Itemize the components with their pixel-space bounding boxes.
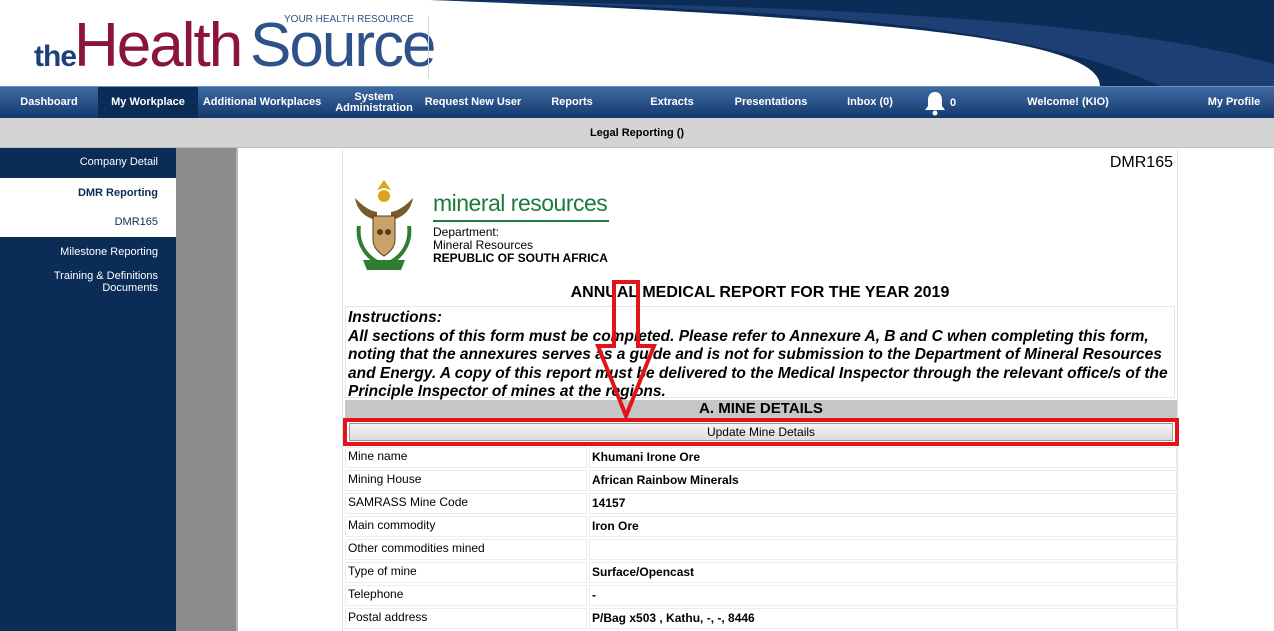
- table-row: Mining House African Rainbow Minerals: [343, 469, 1179, 492]
- sidebar-item-dmr-reporting[interactable]: DMR Reporting: [0, 178, 176, 208]
- detail-label: Main commodity: [345, 516, 587, 537]
- detail-value: Surface/Opencast: [589, 562, 1177, 583]
- notification-count: 0: [950, 96, 957, 109]
- sidebar-item-company-detail[interactable]: Company Detail: [0, 156, 176, 170]
- detail-value: Khumani Irone Ore: [589, 447, 1177, 468]
- sidebar-item-training-definitions[interactable]: Training & Definitions Documents: [0, 270, 176, 296]
- nav-inbox[interactable]: Inbox (0): [818, 87, 922, 118]
- dmr165-form: DMR165 mineral resources Department: Min…: [342, 150, 1179, 631]
- logo-health: Health: [74, 11, 243, 80]
- nav-additional-workplaces[interactable]: Additional Workplaces: [198, 87, 326, 118]
- app-header: the Health Source YOUR HEALTH RESOURCE: [0, 0, 1274, 86]
- nav-dashboard[interactable]: Dashboard: [0, 87, 98, 118]
- detail-value: [589, 539, 1177, 560]
- detail-value: -: [589, 585, 1177, 606]
- table-row: Other commodities mined: [343, 538, 1179, 561]
- bell-icon[interactable]: [921, 89, 949, 117]
- legal-reporting-bar: Legal Reporting (): [0, 118, 1274, 148]
- nav-welcome-user[interactable]: Welcome! (KIO): [1000, 87, 1136, 118]
- table-row: Main commodity Iron Ore: [343, 515, 1179, 538]
- nav-extracts[interactable]: Extracts: [620, 87, 724, 118]
- nav-my-profile[interactable]: My Profile: [1194, 87, 1274, 118]
- instructions-box: Instructions: All sections of this form …: [345, 306, 1175, 401]
- report-title: ANNUAL MEDICAL REPORT FOR THE YEAR 2019: [570, 284, 950, 301]
- nav-my-workplace[interactable]: My Workplace: [98, 87, 198, 118]
- dept-rule: [433, 220, 609, 222]
- detail-label: Mining House: [345, 470, 587, 491]
- detail-value: African Rainbow Minerals: [589, 470, 1177, 491]
- detail-label: Other commodities mined: [345, 539, 587, 560]
- table-row: SAMRASS Mine Code 14157: [343, 492, 1179, 515]
- sidebar-item-dmr165[interactable]: DMR165: [0, 208, 176, 237]
- logo-the: the: [34, 40, 77, 73]
- main-navigation: Dashboard My Workplace Additional Workpl…: [0, 86, 1274, 118]
- coat-of-arms-icon: [355, 180, 413, 270]
- detail-label: Mine name: [345, 447, 587, 468]
- dept-line-3: REPUBLIC OF SOUTH AFRICA: [433, 251, 608, 265]
- content-gutter: [176, 148, 236, 631]
- dept-title: mineral resources: [433, 190, 608, 216]
- detail-value: Iron Ore: [589, 516, 1177, 537]
- detail-label: Telephone: [345, 585, 587, 606]
- red-arrow-annotation: [595, 280, 657, 420]
- section-a-header: A. MINE DETAILS: [345, 400, 1177, 418]
- update-mine-details-highlight: Update Mine Details: [343, 418, 1179, 446]
- table-row: Mine name Khumani Irone Ore: [343, 446, 1179, 469]
- table-row: Postal address P/Bag x503 , Kathu, -, -,…: [343, 607, 1179, 630]
- sidebar-item-milestone-reporting[interactable]: Milestone Reporting: [0, 246, 176, 260]
- detail-value: P/Bag x503 , Kathu, -, -, 8446: [589, 608, 1177, 629]
- detail-label: SAMRASS Mine Code: [345, 493, 587, 514]
- logo-divider: [428, 16, 429, 78]
- department-block: mineral resources Department: Mineral Re…: [433, 190, 623, 265]
- sidebar: Company Detail DMR Reporting DMR165 Mile…: [0, 148, 176, 631]
- nav-request-new-user[interactable]: Request New User: [422, 87, 524, 118]
- update-mine-details-button[interactable]: Update Mine Details: [349, 423, 1173, 441]
- detail-label: Type of mine: [345, 562, 587, 583]
- table-row: Telephone -: [343, 584, 1179, 607]
- thehealthsource-logo[interactable]: the Health Source YOUR HEALTH RESOURCE: [28, 8, 436, 80]
- instructions-heading: Instructions:: [348, 309, 442, 326]
- form-code: DMR165: [1109, 154, 1173, 171]
- detail-value: 14157: [589, 493, 1177, 514]
- table-row: Type of mine Surface/Opencast: [343, 561, 1179, 584]
- logo-tagline: YOUR HEALTH RESOURCE: [284, 14, 414, 25]
- instructions-text: All sections of this form must be comple…: [348, 327, 1168, 401]
- nav-reports[interactable]: Reports: [524, 87, 620, 118]
- nav-presentations[interactable]: Presentations: [724, 87, 818, 118]
- nav-system-administration[interactable]: System Administration: [326, 87, 422, 118]
- detail-label: Postal address: [345, 608, 587, 629]
